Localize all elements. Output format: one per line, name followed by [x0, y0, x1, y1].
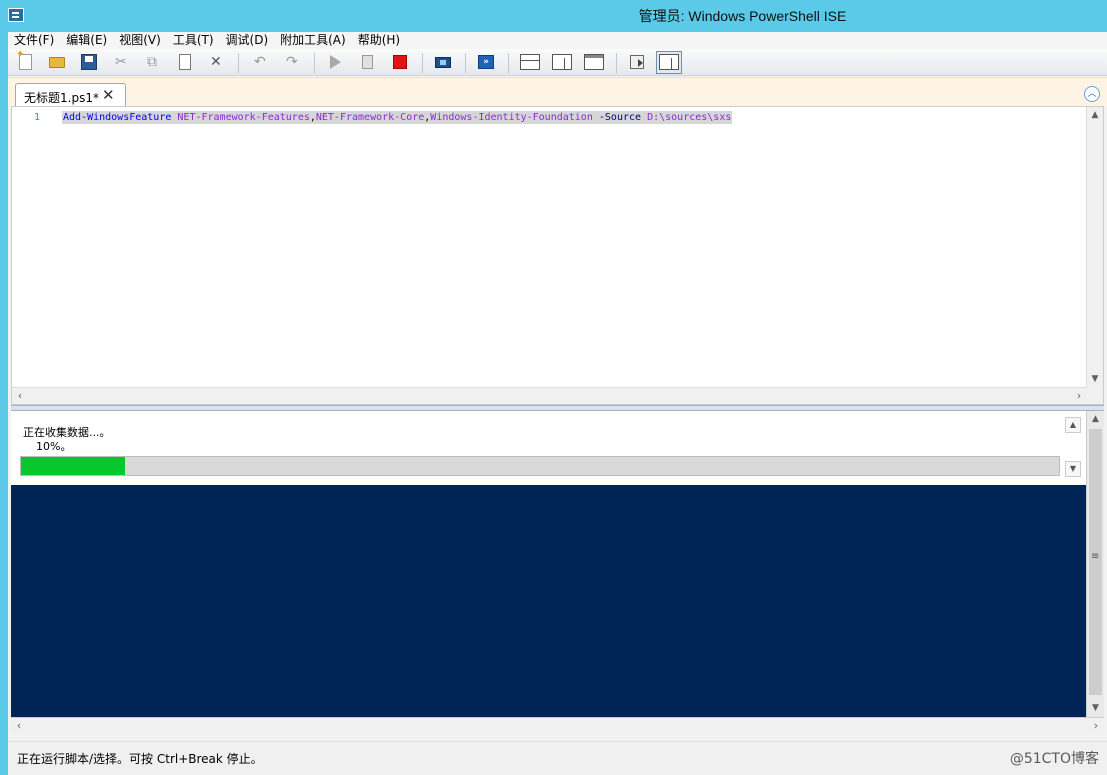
scroll-up-icon[interactable]: ▲ — [1087, 107, 1103, 123]
title-bar: 管理员: Windows PowerShell ISE — [0, 0, 1107, 32]
console-vertical-scrollbar[interactable]: ▲ ≡ ▼ — [1086, 411, 1104, 717]
cut-icon: ✂ — [115, 54, 127, 70]
tab-label: 无标题1.ps1* — [24, 91, 99, 105]
scroll-up-icon[interactable]: ▲ — [1065, 417, 1081, 433]
toolbar-separator — [616, 53, 617, 73]
scrollbar-thumb[interactable] — [1089, 429, 1102, 695]
new-button[interactable] — [16, 49, 35, 71]
show-command-window-icon — [659, 54, 679, 70]
powershell-icon: » — [478, 55, 494, 69]
show-script-pane-max-icon — [584, 54, 604, 70]
paste-icon — [179, 54, 191, 70]
menu-addons[interactable]: 附加工具(A) — [274, 32, 352, 49]
run-icon — [330, 55, 341, 69]
progress-percent: 10%。 — [36, 440, 72, 453]
grip-icon: ≡ — [1091, 551, 1100, 562]
paste-button[interactable] — [176, 53, 194, 71]
start-powershell-button[interactable]: » — [477, 53, 495, 71]
menu-file[interactable]: 文件(F) — [8, 32, 60, 49]
scroll-right-icon[interactable]: › — [1088, 718, 1104, 734]
watermark: @51CTO博客 — [1009, 751, 1099, 767]
editor-vertical-scrollbar[interactable]: ▲ ▼ — [1086, 107, 1103, 404]
chevron-up-icon: ︿ — [1087, 89, 1097, 99]
command-addon-icon — [630, 55, 644, 69]
progress-bar — [20, 456, 1060, 476]
menu-help[interactable]: 帮助(H) — [352, 32, 406, 49]
save-icon — [81, 54, 97, 70]
undo-icon: ↶ — [254, 54, 266, 70]
redo-button[interactable]: ↷ — [283, 53, 301, 71]
menu-edit[interactable]: 编辑(E) — [60, 32, 113, 49]
copy-icon: ⧉ — [147, 54, 157, 70]
console-horizontal-scrollbar[interactable]: ‹ › — [11, 717, 1104, 734]
toolbar-separator — [465, 53, 466, 73]
clear-icon: ✕ — [210, 54, 222, 70]
ise-window: 文件(F) 编辑(E) 视图(V) 工具(T) 调试(D) 附加工具(A) 帮助… — [8, 32, 1107, 775]
editor-horizontal-scrollbar[interactable]: ‹ › — [12, 387, 1087, 404]
code-line[interactable]: Add-WindowsFeature NET-Framework-Feature… — [62, 111, 733, 124]
scroll-down-icon[interactable]: ▼ — [1065, 461, 1081, 477]
show-script-pane-top-icon — [520, 54, 540, 70]
progress-pane: 正在收集数据...。 10%。 ▲ ▼ — [11, 411, 1086, 485]
clear-button[interactable]: ✕ — [207, 53, 225, 71]
cut-button[interactable]: ✂ — [112, 53, 130, 71]
menu-debug[interactable]: 调试(D) — [220, 32, 275, 49]
open-button[interactable] — [48, 53, 66, 71]
script-editor[interactable]: 1 Add-WindowsFeature NET-Framework-Featu… — [11, 106, 1104, 405]
code-parameter: -Source — [598, 112, 642, 123]
code-cmdlet: Add-WindowsFeature — [63, 112, 172, 123]
toolbar-separator — [508, 53, 509, 73]
console-pane[interactable] — [11, 485, 1086, 717]
code-argument: NET-Framework-Features — [177, 112, 310, 123]
progress-scrollbar[interactable]: ▲ ▼ — [1065, 411, 1082, 481]
window-title: 管理员: Windows PowerShell ISE — [638, 8, 847, 24]
show-command-window-button[interactable] — [656, 51, 682, 74]
menu-tools[interactable]: 工具(T) — [167, 32, 220, 49]
command-addon-button[interactable] — [628, 53, 646, 71]
scroll-left-icon[interactable]: ‹ — [12, 388, 28, 404]
new-remote-powershell-tab-button[interactable] — [434, 53, 452, 71]
menu-bar: 文件(F) 编辑(E) 视图(V) 工具(T) 调试(D) 附加工具(A) 帮助… — [8, 32, 1107, 49]
tab-untitled1[interactable]: 无标题1.ps1* ✕ — [15, 83, 126, 108]
scroll-left-icon[interactable]: ‹ — [11, 718, 27, 734]
run-selection-icon — [362, 55, 373, 69]
tab-strip: 无标题1.ps1* ✕ ︿ — [8, 77, 1107, 108]
run-button[interactable] — [326, 53, 344, 71]
script-pane-top-button[interactable] — [520, 53, 542, 71]
stop-icon — [393, 55, 407, 69]
code-argument: NET-Framework-Core — [315, 112, 425, 123]
toolbar-separator — [238, 53, 239, 73]
close-icon[interactable]: ✕ — [102, 86, 115, 104]
scroll-right-icon[interactable]: › — [1071, 388, 1087, 404]
new-icon — [16, 49, 32, 70]
script-pane-max-button[interactable] — [584, 53, 606, 71]
toolbar-separator — [314, 53, 315, 73]
run-selection-button[interactable] — [359, 53, 377, 71]
status-text: 正在运行脚本/选择。可按 Ctrl+Break 停止。 — [17, 752, 263, 766]
code-path: D:\sources\sxs — [647, 112, 732, 123]
code-argument: Windows-Identity-Foundation — [430, 112, 593, 123]
remote-powershell-icon — [435, 57, 451, 68]
collapse-script-pane-button[interactable]: ︿ — [1084, 86, 1100, 102]
toolbar-separator — [422, 53, 423, 73]
scroll-up-icon[interactable]: ▲ — [1087, 411, 1104, 428]
toolbar: ✂ ⧉ ✕ ↶ ↷ » — [8, 49, 1107, 76]
copy-button[interactable]: ⧉ — [144, 53, 162, 71]
open-folder-icon — [49, 57, 65, 68]
menu-view[interactable]: 视图(V) — [113, 32, 167, 49]
progress-fill — [21, 457, 125, 475]
show-script-pane-right-icon — [552, 54, 572, 70]
scroll-down-icon[interactable]: ▼ — [1087, 371, 1103, 387]
status-bar: 正在运行脚本/选择。可按 Ctrl+Break 停止。 @51CTO博客 — [8, 741, 1107, 775]
scroll-down-icon[interactable]: ▼ — [1087, 700, 1104, 717]
redo-icon: ↷ — [286, 54, 298, 70]
save-button[interactable] — [80, 53, 98, 71]
script-pane-right-button[interactable] — [552, 53, 574, 71]
stop-button[interactable] — [391, 53, 409, 71]
line-number: 1 — [34, 112, 41, 123]
undo-button[interactable]: ↶ — [251, 53, 269, 71]
